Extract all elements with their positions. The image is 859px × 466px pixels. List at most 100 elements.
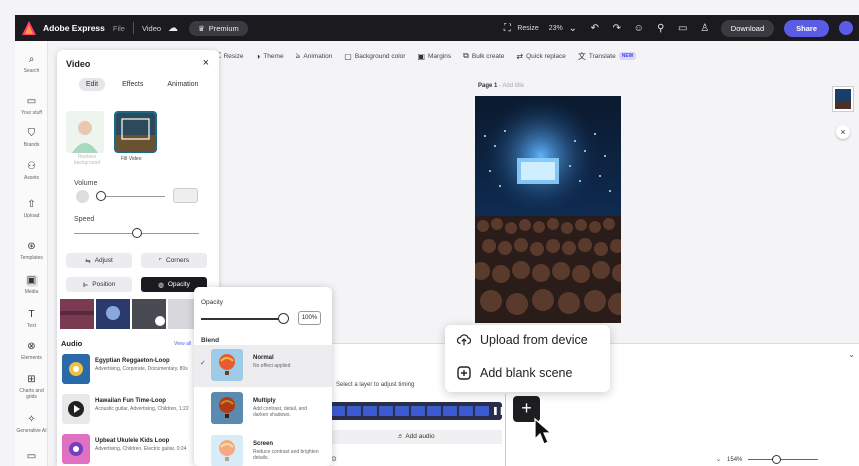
app-title: Adobe Express xyxy=(43,23,105,33)
video-canvas[interactable] xyxy=(475,96,621,323)
zoom-level[interactable]: 23% xyxy=(549,25,563,32)
zoom-slider-knob[interactable] xyxy=(772,455,782,464)
fill-video-card[interactable] xyxy=(114,111,157,153)
file-menu[interactable]: File xyxy=(113,24,125,33)
video-track[interactable] xyxy=(330,402,502,420)
share-button[interactable]: Share xyxy=(784,19,829,37)
add-scene-menu: Upload from device Add blank scene xyxy=(445,325,610,392)
resize-button[interactable]: Resize xyxy=(517,25,538,32)
audio-heading: Audio xyxy=(61,339,83,348)
rail-item-text[interactable]: T Text xyxy=(15,309,48,329)
volume-value-field[interactable] xyxy=(173,188,198,203)
download-button[interactable]: Download xyxy=(720,19,775,37)
close-icon[interactable]: × xyxy=(203,57,209,69)
opacity-icon: ◍ xyxy=(158,281,164,289)
upload-from-device-item[interactable]: Upload from device xyxy=(457,333,588,347)
speed-slider-knob[interactable] xyxy=(131,228,142,238)
background-color-tool[interactable]: ▢ Background color xyxy=(344,52,405,61)
translate-tool[interactable]: 文 Translate NEW xyxy=(578,51,637,62)
tab-effects[interactable]: Effects xyxy=(115,78,150,91)
rail-item-brands[interactable]: ⛉ Brands xyxy=(15,128,48,148)
quick-replace-tool[interactable]: ⇄ Quick replace xyxy=(516,52,565,61)
cloud-upload-icon xyxy=(457,333,471,347)
blend-mode-screen[interactable]: Screen Reduce contrast and brighten deta… xyxy=(194,431,332,466)
position-button[interactable]: ⊫ Position xyxy=(66,277,132,292)
corners-button[interactable]: ⌜ Corners xyxy=(141,253,207,268)
rail-item-assets[interactable]: ⚇ Assets xyxy=(15,161,48,181)
add-blank-scene-item[interactable]: Add blank scene xyxy=(457,366,572,380)
rail-item-search[interactable]: ⌕ Search xyxy=(15,54,48,74)
add-audio-button[interactable]: ♬ Add audio xyxy=(330,430,502,444)
canvas-toolbar: ⛶Resize ◑Theme ঌAnimation ▢Background co… xyxy=(215,46,637,66)
audio-description: Advertising, Corporate, Documentary, 80s xyxy=(95,366,188,372)
tab-edit[interactable]: Edit xyxy=(79,78,106,91)
rail-item-more[interactable]: ▭ xyxy=(15,451,48,463)
folder-icon: ▭ xyxy=(26,96,37,107)
speed-label: Speed xyxy=(74,216,95,223)
comment-icon[interactable]: ▭ xyxy=(677,22,689,34)
add-audio-label: Add audio xyxy=(405,433,435,440)
audio-cover xyxy=(62,394,90,424)
replace-background-card[interactable] xyxy=(66,111,104,153)
bulk-create-tool[interactable]: ⧉ Bulk create xyxy=(463,51,504,61)
rail-item-your-stuff[interactable]: ▭ Your stuff xyxy=(15,96,48,116)
chevron-down-icon[interactable]: ⌄ xyxy=(567,22,579,34)
page-thumbnail[interactable] xyxy=(832,86,854,112)
page-label[interactable]: Page 1 · Add title xyxy=(478,83,524,89)
blend-mode-multiply[interactable]: Multiply Add contrast, detail, and darke… xyxy=(194,388,332,430)
chevron-down-icon[interactable]: ⌄ xyxy=(848,350,855,359)
opacity-slider[interactable] xyxy=(201,318,282,320)
volume-slider[interactable] xyxy=(97,196,165,197)
opacity-slider-knob[interactable] xyxy=(278,313,289,324)
blend-mode-normal[interactable]: ✓ Normal No effect applied xyxy=(194,345,332,387)
add-blank-scene-label: Add blank scene xyxy=(480,366,573,380)
redo-icon[interactable]: ↷ xyxy=(611,22,623,34)
mute-icon[interactable] xyxy=(76,190,89,203)
text-icon: T xyxy=(28,309,35,320)
assets-icon: ⚇ xyxy=(27,161,36,172)
trim-handle-icon[interactable]: ❚❚ xyxy=(492,406,505,415)
rail-item-generative-ai[interactable]: ✧ Generative AI xyxy=(15,414,48,434)
avatar[interactable] xyxy=(839,21,853,35)
media-thumbnail[interactable] xyxy=(132,299,166,329)
timeline-zoom-level[interactable]: 154% xyxy=(727,457,742,463)
cloud-icon[interactable]: ☁ xyxy=(167,22,179,34)
view-all-link[interactable]: View all xyxy=(174,341,191,347)
tool-label: Quick replace xyxy=(526,52,566,60)
tool-label: Translate xyxy=(588,52,616,60)
corner-icon: ⌜ xyxy=(158,257,162,265)
resize-tool[interactable]: ⛶Resize xyxy=(215,51,243,61)
blend-mode-name: Normal xyxy=(253,355,274,361)
templates-icon: ⊛ xyxy=(27,241,36,252)
tab-animation[interactable]: Animation xyxy=(160,78,205,91)
page-title-placeholder[interactable]: Add title xyxy=(502,83,524,89)
opacity-value-field[interactable]: 100% xyxy=(298,311,321,325)
adjust-button[interactable]: ⇋ Adjust xyxy=(66,253,132,268)
adobe-express-logo-icon[interactable] xyxy=(21,20,37,36)
collaborate-icon[interactable]: ☺ xyxy=(633,22,645,34)
rail-item-templates[interactable]: ⊛ Templates xyxy=(15,241,48,261)
media-thumbnail[interactable] xyxy=(96,299,130,329)
rail-label: Assets xyxy=(23,175,39,181)
close-icon[interactable]: × xyxy=(836,125,850,139)
rail-item-upload[interactable]: ⇧ Upload xyxy=(15,199,48,219)
user-icon[interactable]: ♙ xyxy=(699,22,711,34)
media-thumbnail[interactable] xyxy=(60,299,94,329)
theme-tool[interactable]: ◑ Theme xyxy=(255,52,283,61)
undo-icon[interactable]: ↶ xyxy=(589,22,601,34)
premium-button[interactable]: ♛ Premium xyxy=(189,20,248,36)
track-frame xyxy=(331,406,345,416)
animation-tool[interactable]: ঌ Animation xyxy=(296,50,333,63)
rail-item-elements[interactable]: ⊗ Elements xyxy=(15,341,48,361)
document-type[interactable]: Video xyxy=(142,24,161,33)
rail-item-charts[interactable]: ⊞ Charts and grids xyxy=(15,374,48,400)
margins-tool[interactable]: ▣ Margins xyxy=(417,52,451,61)
track-frame xyxy=(411,406,425,416)
volume-slider-knob[interactable] xyxy=(96,191,106,201)
location-pin-icon[interactable]: ⚲ xyxy=(655,22,667,34)
panel-tabs: Edit Effects Animation xyxy=(79,78,205,91)
grid-icon: ⊞ xyxy=(27,374,36,385)
zoom-slider[interactable] xyxy=(748,455,819,464)
rail-item-media[interactable]: ▣ Media xyxy=(15,275,48,295)
resize-icon[interactable]: ⛶ xyxy=(501,22,513,34)
